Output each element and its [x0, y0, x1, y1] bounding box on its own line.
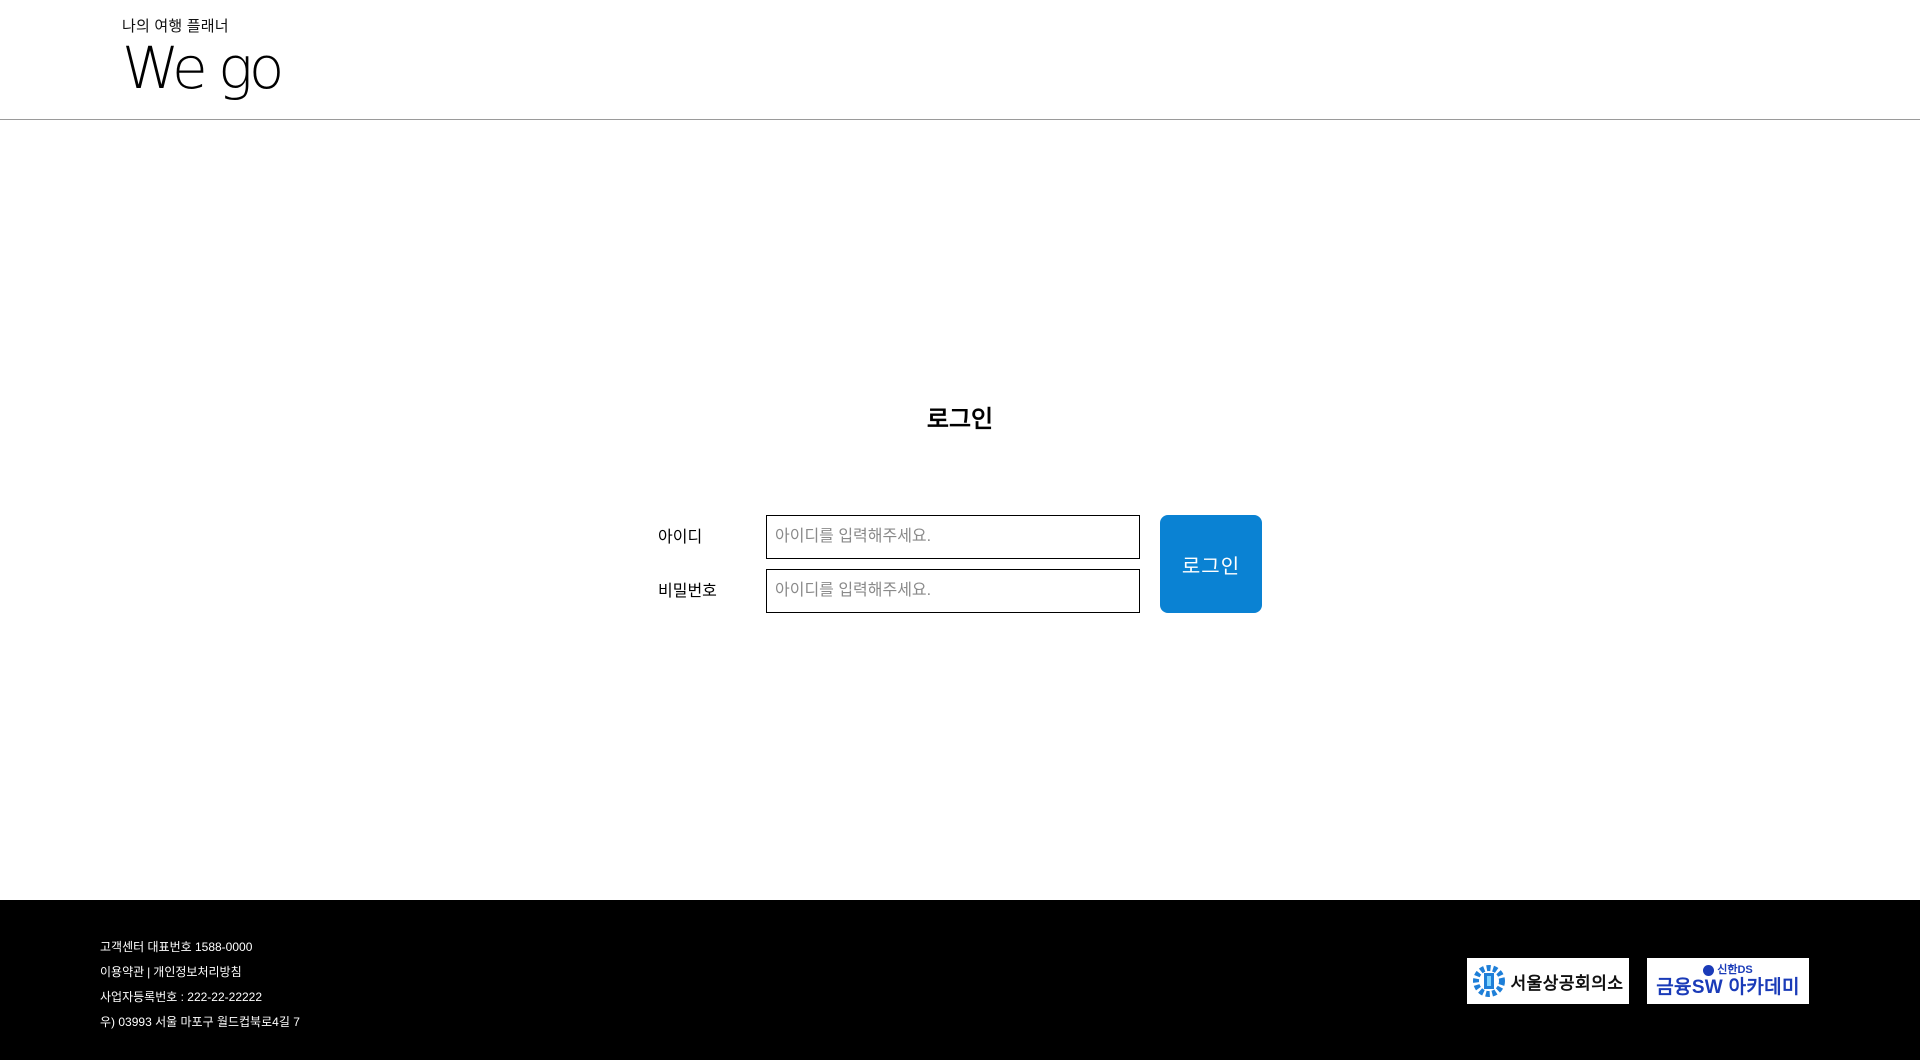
seoul-chamber-logo-icon [1472, 965, 1505, 997]
id-label: 아이디 [658, 529, 703, 546]
login-form: 아이디 비밀번호 로그인 [658, 515, 1262, 615]
id-input[interactable] [766, 515, 1140, 559]
main-content: 로그인 아이디 비밀번호 로그인 [0, 121, 1920, 900]
password-label: 비밀번호 [658, 583, 717, 600]
academy-link[interactable]: 신한DS 금융SW 아카데미 [1647, 958, 1809, 1004]
brand-home-link[interactable]: 나의 여행 플래너 We go [122, 18, 284, 102]
academy-brand-text: 신한DS [1717, 963, 1753, 976]
academy-name: 금융SW 아카데미 [1656, 976, 1800, 998]
address-text: 우) 03993 서울 마포구 월드컵북로4길 7 [100, 1015, 300, 1029]
footer-separator: | [147, 965, 151, 979]
footer-info: 고객센터 대표번호 1588-0000 이용약관 | 개인정보처리방침 사업자등록번… [100, 935, 300, 1035]
business-number-text: 사업자등록번호 : 222-22-22222 [100, 990, 263, 1004]
customer-center-text: 고객센터 대표번호 1588-0000 [100, 940, 253, 954]
seoul-chamber-link[interactable]: 서울상공회의소 [1467, 958, 1629, 1004]
shinhan-ds-logo: 신한DS [1703, 964, 1753, 977]
privacy-policy-link[interactable]: 개인정보처리방침 [153, 965, 241, 979]
terms-link[interactable]: 이용약관 [100, 965, 144, 979]
site-footer: 고객센터 대표번호 1588-0000 이용약관 | 개인정보처리방침 사업자등록번… [0, 900, 1920, 1060]
footer-links: 이용약관 | 개인정보처리방침 [100, 960, 300, 985]
password-input[interactable] [766, 569, 1140, 613]
brand-logo: We go [122, 34, 284, 102]
seoul-chamber-name: 서울상공회의소 [1510, 973, 1624, 993]
site-header: 나의 여행 플래너 We go [0, 0, 1920, 120]
login-button[interactable]: 로그인 [1160, 515, 1262, 613]
login-title: 로그인 [926, 406, 994, 433]
shinhan-ds-logo-icon [1703, 964, 1715, 976]
